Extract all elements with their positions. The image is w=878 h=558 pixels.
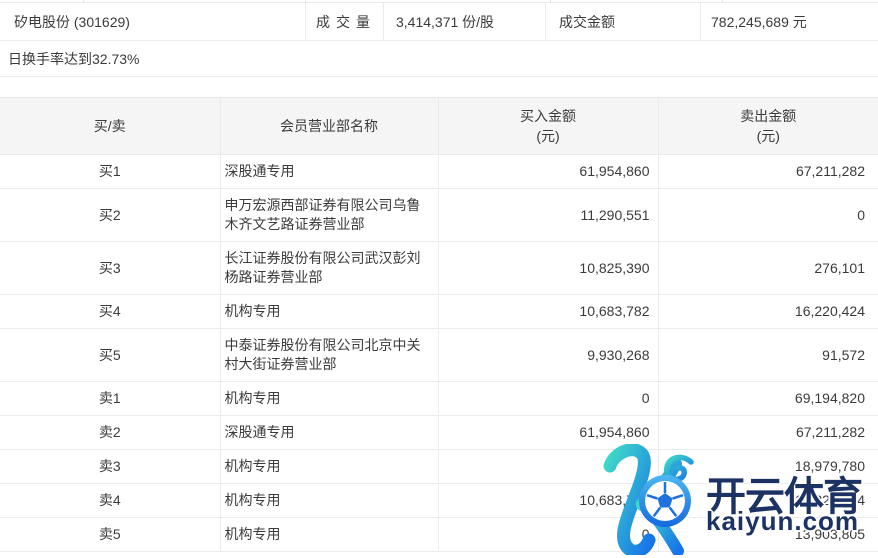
side-rank-cell: 买3 — [0, 242, 220, 295]
broker-name-cell: 机构专用 — [220, 484, 438, 518]
col-header-label: 买/卖 — [0, 116, 220, 136]
volume-value: 3,414,371 份/股 — [383, 3, 545, 40]
side-rank-cell: 买5 — [0, 329, 220, 382]
side-rank-cell: 卖4 — [0, 484, 220, 518]
divider — [722, 0, 723, 3]
buy-amount-cell: 10,825,390 — [438, 242, 658, 295]
top-edge-row — [0, 0, 878, 3]
col-header-buy-amount: 买入金额 (元) — [438, 98, 658, 155]
watermark: 开云体育 kaiyun.com — [590, 444, 878, 555]
table-header-row: 买/卖 会员营业部名称 买入金额 (元) 卖出金额 (元) — [0, 98, 878, 155]
broker-name-cell: 长江证券股份有限公司武汉彭刘杨路证券营业部 — [220, 242, 438, 295]
broker-name-cell: 中泰证券股份有限公司北京中关村大街证券营业部 — [220, 329, 438, 382]
col-header-label: 买入金额 — [439, 106, 658, 126]
table-row: 买2 申万宏源西部证券有限公司乌鲁木齐文艺路证券营业部 11,290,551 0 — [0, 189, 878, 242]
buy-amount-cell: 0 — [438, 382, 658, 416]
side-rank-cell: 买4 — [0, 295, 220, 329]
col-header-unit: (元) — [439, 126, 658, 146]
broker-name-cell: 申万宏源西部证券有限公司乌鲁木齐文艺路证券营业部 — [220, 189, 438, 242]
sell-amount-cell: 69,194,820 — [658, 382, 878, 416]
section-gap — [0, 77, 878, 97]
col-header-unit: (元) — [659, 126, 878, 146]
sell-amount-cell: 276,101 — [658, 242, 878, 295]
table-row: 买3 长江证券股份有限公司武汉彭刘杨路证券营业部 10,825,390 276,… — [0, 242, 878, 295]
sell-amount-cell: 16,220,424 — [658, 295, 878, 329]
broker-name-cell: 机构专用 — [220, 450, 438, 484]
buy-amount-cell: 9,930,268 — [438, 329, 658, 382]
stock-summary-strip: 矽电股份 (301629) 成交量 3,414,371 份/股 成交金额 782… — [0, 3, 878, 41]
col-header-sell-amount: 卖出金额 (元) — [658, 98, 878, 155]
divider — [83, 0, 84, 3]
buy-amount-cell: 11,290,551 — [438, 189, 658, 242]
col-header-label: 会员营业部名称 — [221, 116, 438, 136]
side-rank-cell: 卖2 — [0, 416, 220, 450]
stock-name: 矽电股份 (301629) — [0, 3, 305, 40]
divider — [550, 0, 551, 3]
amount-label: 成交金额 — [545, 3, 700, 40]
col-header-label: 卖出金额 — [659, 106, 878, 126]
divider — [305, 0, 306, 3]
sell-amount-cell: 67,211,282 — [658, 155, 878, 189]
table-row: 卖1 机构专用 0 69,194,820 — [0, 382, 878, 416]
side-rank-cell: 买2 — [0, 189, 220, 242]
col-header-side: 买/卖 — [0, 98, 220, 155]
broker-name-cell: 机构专用 — [220, 382, 438, 416]
page: 矽电股份 (301629) 成交量 3,414,371 份/股 成交金额 782… — [0, 0, 878, 555]
col-header-broker: 会员营业部名称 — [220, 98, 438, 155]
buy-amount-cell: 61,954,860 — [438, 155, 658, 189]
buy-amount-cell: 10,683,782 — [438, 295, 658, 329]
broker-name-cell: 机构专用 — [220, 295, 438, 329]
amount-value: 782,245,689 元 — [700, 3, 878, 40]
broker-name-cell: 深股通专用 — [220, 416, 438, 450]
soccer-ball-icon — [639, 475, 691, 527]
turnover-note: 日换手率达到32.73% — [0, 41, 878, 77]
side-rank-cell: 卖5 — [0, 518, 220, 552]
watermark-domain-text: kaiyun.com — [706, 506, 859, 537]
side-rank-cell: 卖1 — [0, 382, 220, 416]
table-row: 买4 机构专用 10,683,782 16,220,424 — [0, 295, 878, 329]
table-row: 买1 深股通专用 61,954,860 67,211,282 — [0, 155, 878, 189]
broker-name-cell: 机构专用 — [220, 518, 438, 552]
broker-name-cell: 深股通专用 — [220, 155, 438, 189]
side-rank-cell: 卖3 — [0, 450, 220, 484]
side-rank-cell: 买1 — [0, 155, 220, 189]
volume-label: 成交量 — [305, 3, 383, 40]
sell-amount-cell: 0 — [658, 189, 878, 242]
table-row: 买5 中泰证券股份有限公司北京中关村大街证券营业部 9,930,268 91,5… — [0, 329, 878, 382]
sell-amount-cell: 91,572 — [658, 329, 878, 382]
